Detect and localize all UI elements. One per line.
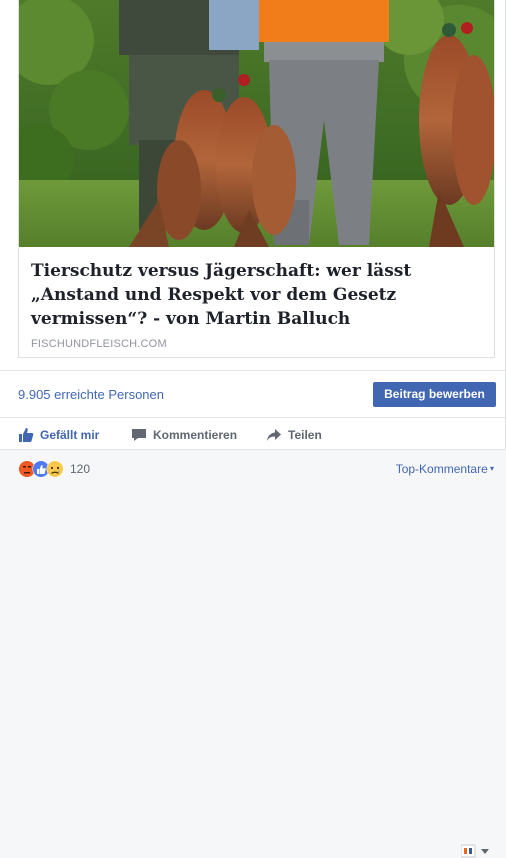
link-preview-image[interactable] (19, 0, 494, 247)
link-preview-text[interactable]: Tierschutz versus Jägerschaft: wer lässt… (19, 247, 494, 357)
reaction-count[interactable]: 120 (70, 462, 90, 476)
like-label: Gefällt mir (40, 428, 100, 442)
share-arrow-icon (267, 429, 281, 441)
comment-order-label: Top-Kommentare (395, 462, 488, 476)
reactions-row: 120 Top-Kommentare ▾ (0, 450, 506, 491)
boost-post-button[interactable]: Beitrag bewerben (373, 382, 496, 407)
caret-down-icon: ▾ (487, 464, 494, 473)
hunters-with-pheasants-photo (19, 0, 494, 247)
comment-order-dropdown[interactable]: Top-Kommentare ▾ (396, 462, 494, 476)
reaction-icons[interactable] (18, 460, 66, 478)
link-preview-title[interactable]: Tierschutz versus Jägerschaft: wer lässt… (31, 259, 486, 331)
comment-icon (132, 429, 146, 441)
post-actions: Gefällt mir Kommentieren Teilen (0, 418, 506, 858)
page-avatar-chevron-down-icon (461, 844, 489, 858)
post-as-selector[interactable] (461, 844, 495, 858)
share-label: Teilen (288, 428, 322, 442)
link-preview-card[interactable]: Tierschutz versus Jägerschaft: wer lässt… (18, 0, 495, 358)
link-preview-domain: FISCHUNDFLEISCH.COM (31, 338, 167, 350)
share-button[interactable]: Teilen (266, 426, 322, 444)
comment-button[interactable]: Kommentieren (131, 426, 237, 444)
like-button[interactable]: Gefällt mir (18, 426, 99, 444)
people-reached-link[interactable]: 9.905 erreichte Personen (18, 387, 164, 402)
reach-row: 9.905 erreichte Personen Beitrag bewerbe… (0, 370, 506, 418)
facebook-post: Tierschutz versus Jägerschaft: wer lässt… (0, 0, 506, 858)
thumbs-up-icon (19, 428, 34, 442)
sad-icon (46, 460, 64, 478)
comment-label: Kommentieren (153, 428, 238, 442)
